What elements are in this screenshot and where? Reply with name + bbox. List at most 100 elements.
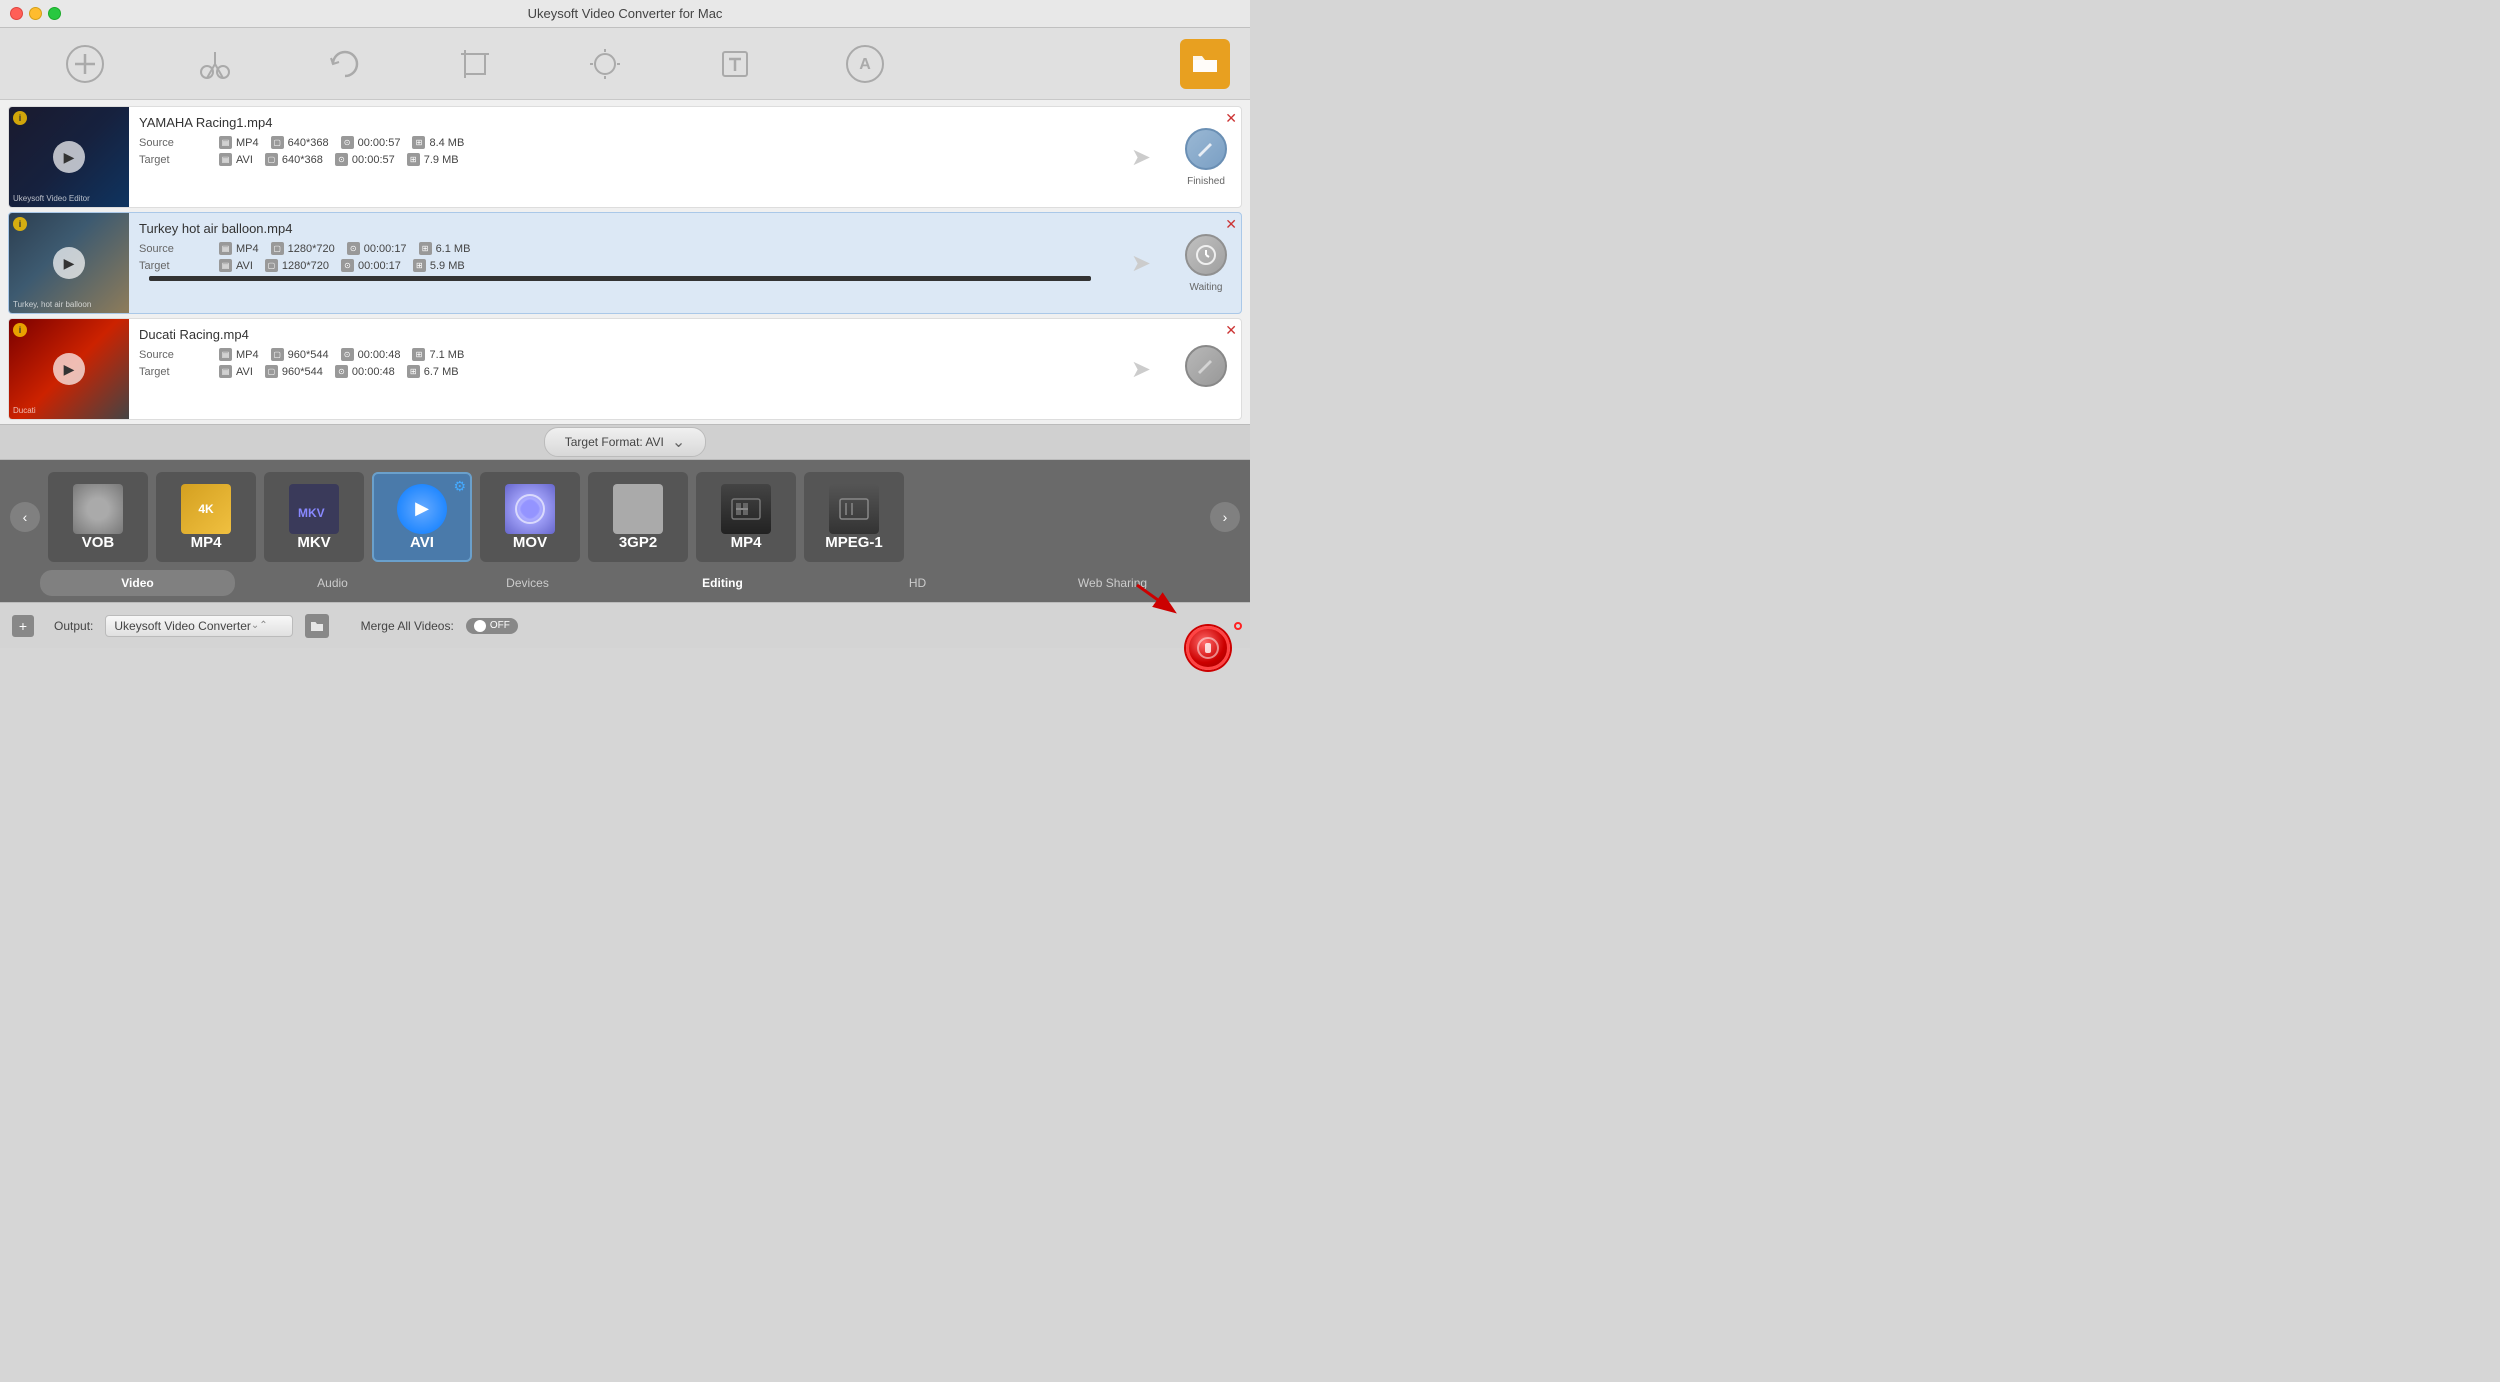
t-res-icon-3: ▢ (265, 365, 278, 378)
format-icon-1: ▤ (219, 136, 232, 149)
file-meta-row-target-2: Target ▤ AVI ▢ 1280*720 ⊙ 00:00:17 (139, 259, 1101, 272)
format-mpeg1[interactable]: MPEG-1 (804, 472, 904, 562)
thumb-label-2: Turkey, hot air balloon (13, 300, 91, 309)
app-title: Ukeysoft Video Converter for Mac (528, 6, 723, 21)
target-size-1: ⊞ 7.9 MB (407, 153, 459, 166)
convert-button[interactable] (1186, 626, 1230, 670)
play-button-3[interactable]: ▶ (53, 353, 85, 385)
file-info-3: Ducati Racing.mp4 Source ▤ MP4 ▢ 960*544… (129, 319, 1111, 419)
avi-label: AVI (410, 534, 434, 551)
toolbar-rotate-button[interactable] (280, 34, 410, 94)
file-item-yamaha: ✕ i ▶ Ukeysoft Video Editor YAMAHA Racin… (8, 106, 1242, 208)
res-icon-3: ▢ (271, 348, 284, 361)
close-file-3-button[interactable]: ✕ (1225, 323, 1237, 337)
source-label-1: Source (139, 137, 179, 149)
mpeg1-logo (834, 489, 874, 529)
tab-devices[interactable]: Devices (430, 570, 625, 596)
tab-video[interactable]: Video (40, 570, 235, 596)
mkv-icon: MKV (289, 484, 339, 534)
mov-icon (505, 484, 555, 534)
source-dur-2: ⊙ 00:00:17 (347, 242, 407, 255)
mp4-4k-label: MP4 (191, 534, 222, 551)
add-icon (65, 44, 105, 84)
source-dur-3: ⊙ 00:00:48 (341, 348, 401, 361)
source-values-1: ▤ MP4 ▢ 640*368 ⊙ 00:00:57 ⊞ 8.4 MB (219, 136, 464, 149)
add-file-button[interactable]: + (12, 615, 34, 637)
folder-small-icon (310, 620, 324, 632)
mov-label: MOV (513, 534, 547, 551)
target-size-3: ⊞ 6.7 MB (407, 365, 459, 378)
t-res-icon-2: ▢ (265, 259, 278, 272)
t-dur-icon-2: ⊙ (341, 259, 354, 272)
audio-icon: A (845, 44, 885, 84)
output-select[interactable]: Ukeysoft Video Converter ⌄⌃ (105, 615, 292, 637)
info-icon-2: i (13, 217, 27, 231)
close-file-2-button[interactable]: ✕ (1225, 217, 1237, 231)
source-format-1: ▤ MP4 (219, 136, 259, 149)
close-button[interactable] (10, 7, 23, 20)
tab-audio[interactable]: Audio (235, 570, 430, 596)
clock-icon-2 (1194, 243, 1218, 267)
play-button-1[interactable]: ▶ (53, 141, 85, 173)
toolbar-add-button[interactable] (20, 34, 150, 94)
format-items: VOB 4K MP4 MKV MKV ⚙ ▶ AVI (48, 472, 1202, 562)
format-icon-2: ▤ (219, 242, 232, 255)
mp4-hd-label: MP4 (731, 534, 762, 551)
file-meta-row-source-2: Source ▤ MP4 ▢ 1280*720 ⊙ 00:00:17 (139, 242, 1101, 255)
format-avi[interactable]: ⚙ ▶ AVI (372, 472, 472, 562)
bottom-bar: + Output: Ukeysoft Video Converter ⌄⌃ Me… (0, 602, 1250, 648)
toolbar-folder-button[interactable] (1180, 39, 1230, 89)
format-vob[interactable]: VOB (48, 472, 148, 562)
toolbar: A (0, 28, 1250, 100)
format-mov[interactable]: MOV (480, 472, 580, 562)
arrow-icon-3: ➤ (1131, 355, 1151, 384)
tab-editing[interactable]: Editing (625, 570, 820, 596)
target-size-2: ⊞ 5.9 MB (413, 259, 465, 272)
target-label-1: Target (139, 154, 179, 166)
close-file-1-button[interactable]: ✕ (1225, 111, 1237, 125)
file-meta-row-target-1: Target ▤ AVI ▢ 640*368 ⊙ 00:00:57 (139, 153, 1101, 166)
size-icon-3: ⊞ (412, 348, 425, 361)
progress-fill-2 (149, 276, 1091, 281)
size-icon-2: ⊞ (419, 242, 432, 255)
target-format-1: ▤ AVI (219, 153, 253, 166)
output-folder-button[interactable] (305, 614, 329, 638)
mpeg1-label: MPEG-1 (825, 534, 883, 551)
info-icon-1: i (13, 111, 27, 125)
t-format-icon-3: ▤ (219, 365, 232, 378)
folder-icon (1191, 52, 1219, 76)
avi-play-icon: ▶ (397, 484, 447, 534)
format-mp4-4k[interactable]: 4K MP4 (156, 472, 256, 562)
target-values-3: ▤ AVI ▢ 960*544 ⊙ 00:00:48 ⊞ 6.7 MB (219, 365, 459, 378)
toolbar-crop-button[interactable] (410, 34, 540, 94)
format-3gp2[interactable]: 3GP2 (588, 472, 688, 562)
gear-badge-avi: ⚙ (453, 478, 466, 495)
target-res-3: ▢ 960*544 (265, 365, 323, 378)
source-values-3: ▤ MP4 ▢ 960*544 ⊙ 00:00:48 ⊞ 7.1 MB (219, 348, 464, 361)
format-mp4-hd[interactable]: MP4 (696, 472, 796, 562)
toolbar-audio-button[interactable]: A (800, 34, 930, 94)
t-format-icon-1: ▤ (219, 153, 232, 166)
play-button-2[interactable]: ▶ (53, 247, 85, 279)
maximize-button[interactable] (48, 7, 61, 20)
carousel-prev-button[interactable]: ‹ (10, 502, 40, 532)
minimize-button[interactable] (29, 7, 42, 20)
t-size-icon-1: ⊞ (407, 153, 420, 166)
file-meta-row-source-3: Source ▤ MP4 ▢ 960*544 ⊙ 00:00:48 (139, 348, 1101, 361)
target-values-2: ▤ AVI ▢ 1280*720 ⊙ 00:00:17 ⊞ 5.9 MB (219, 259, 465, 272)
convert-icon (1196, 636, 1220, 660)
target-format-button[interactable]: Target Format: AVI ⌄ (544, 427, 707, 457)
source-res-1: ▢ 640*368 (271, 136, 329, 149)
toolbar-cut-button[interactable] (150, 34, 280, 94)
format-mkv[interactable]: MKV MKV (264, 472, 364, 562)
merge-toggle[interactable]: OFF (466, 618, 518, 634)
res-icon-1: ▢ (271, 136, 284, 149)
file-meta-row-source-1: Source ▤ MP4 ▢ 640*368 ⊙ 00:00:57 (139, 136, 1101, 149)
pencil-icon-3 (1194, 354, 1218, 378)
thumb-label-1: Ukeysoft Video Editor (13, 194, 90, 203)
carousel-next-button[interactable]: › (1210, 502, 1240, 532)
tab-hd[interactable]: HD (820, 570, 1015, 596)
toolbar-watermark-button[interactable] (670, 34, 800, 94)
convert-btn-outer-border (1234, 622, 1242, 630)
toolbar-effect-button[interactable] (540, 34, 670, 94)
